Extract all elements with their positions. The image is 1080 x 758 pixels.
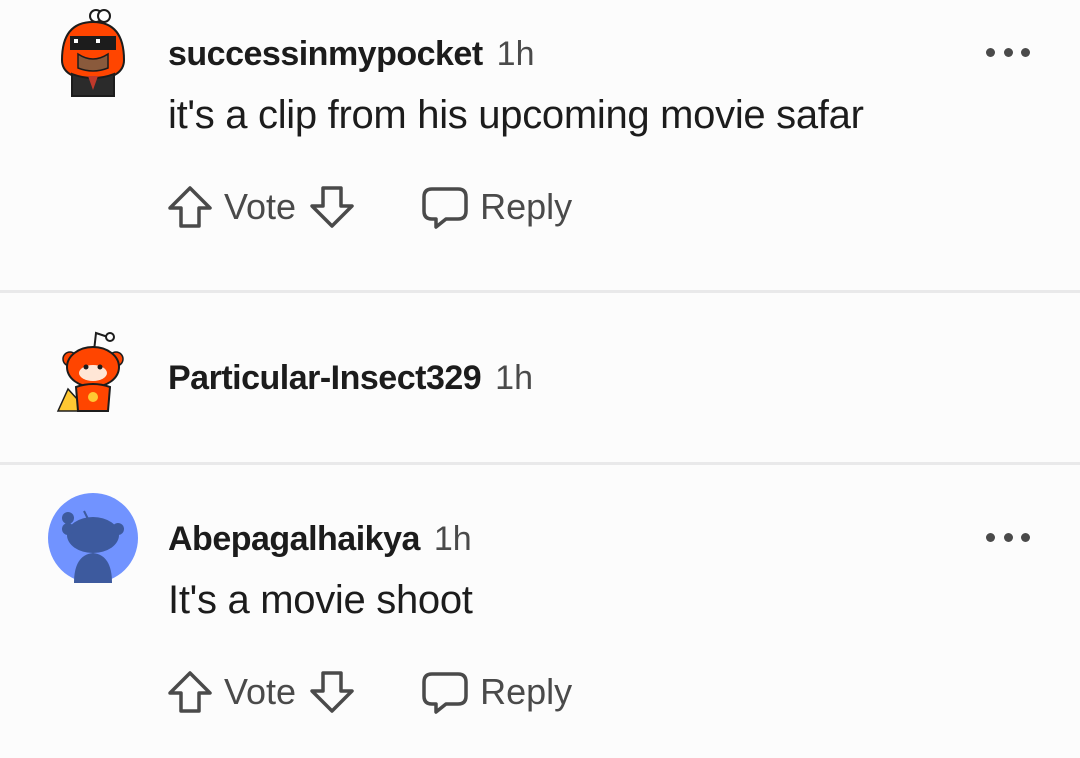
dot [1021,532,1030,542]
dot [1021,47,1030,57]
vote-count: Vote [224,186,297,227]
user-avatar[interactable] [48,8,138,98]
username[interactable]: Particular-Insect329 [168,359,482,397]
comment-author[interactable]: successinmypocket 1h [168,35,535,74]
comment-body: It's a movie shoot [168,578,473,622]
reply-label: Reply [480,186,573,227]
timestamp: 1h [495,359,533,397]
comment-item: Particular-Insect329 1h [0,293,1080,463]
reply-button[interactable]: Reply [420,184,572,230]
upvote-arrow-icon [168,671,212,713]
username[interactable]: successinmypocket [168,35,483,73]
upvote-button[interactable] [166,184,214,230]
reply-button[interactable]: Reply [420,669,572,715]
comment-body: it's a clip from his upcoming movie safa… [168,93,864,137]
timestamp: 1h [496,35,535,73]
more-options-button[interactable] [986,527,1030,547]
comment-author[interactable]: Abepagalhaikya 1h [168,520,472,559]
upvote-arrow-icon [168,186,212,228]
snoo-cape-avatar-icon [56,331,124,412]
reply-label: Reply [480,671,573,712]
user-avatar[interactable] [48,493,138,583]
downvote-button[interactable] [308,184,356,230]
comment-bubble-icon [422,187,468,229]
default-snoo-avatar-icon [48,493,138,583]
more-options-button[interactable] [986,42,1030,62]
snoo-sunglasses-avatar-icon [60,9,126,97]
comment-bubble-icon [422,672,468,714]
more-options-icon [986,47,995,57]
comment-author[interactable]: Particular-Insect329 1h [168,359,533,398]
comment-item: Abepagalhaikya 1h It's a movie shoot Vote [0,465,1080,758]
comment-actions: Vote Reply [166,182,572,232]
more-options-icon [986,532,995,542]
dot [1003,532,1013,542]
timestamp: 1h [433,520,472,558]
downvote-arrow-icon [310,671,354,713]
dot [1003,47,1013,57]
upvote-button[interactable] [166,669,214,715]
vote-count: Vote [224,671,297,712]
username[interactable]: Abepagalhaikya [168,520,420,558]
comment-item: successinmypocket 1h it's a clip from his… [0,0,1080,292]
comment-actions: Vote Reply [166,667,572,717]
user-avatar[interactable] [48,327,138,417]
comment-feed: successinmypocket 1h it's a clip from his… [0,0,1080,758]
downvote-arrow-icon [310,186,354,228]
downvote-button[interactable] [308,669,356,715]
